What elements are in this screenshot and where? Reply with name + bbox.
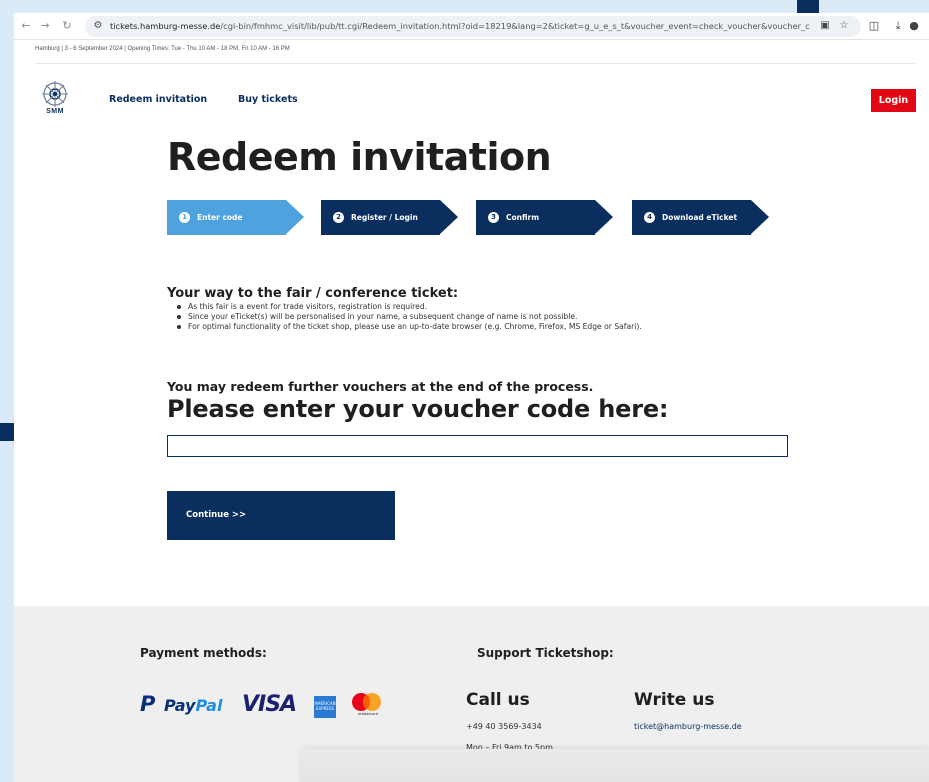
voucher-heading: Please enter your voucher code here: [167, 395, 669, 423]
profile-icon[interactable]: ● [906, 18, 922, 34]
step-number: 3 [488, 212, 499, 223]
step-arrow-icon [440, 200, 458, 234]
support-email-link[interactable]: ticket@hamburg-messe.de [634, 722, 742, 731]
call-us-heading: Call us [466, 690, 530, 710]
bookmark-star-icon[interactable]: ☆ [837, 19, 851, 33]
amex-logo: AMERICAN EXPRESS [314, 696, 336, 718]
forward-icon[interactable]: → [37, 18, 53, 34]
browser-window: ← → ↻ ⚙ tickets.hamburg-messe.de/cgi-bin… [14, 13, 929, 782]
logo-text: SMM [46, 108, 64, 115]
web-page: Hamburg | 3 - 6 September 2024 | Opening… [14, 40, 929, 782]
step-arrow-icon [286, 200, 304, 234]
url-host: tickets.hamburg-messe.de [110, 21, 221, 31]
download-icon[interactable]: ⤓ [890, 18, 906, 34]
step-number: 4 [644, 212, 655, 223]
info-heading: Your way to the fair / conference ticket… [167, 286, 459, 301]
url-path: /cgi-bin/fmhmc_visit/lib/pub/tt.cgi/Rede… [220, 21, 810, 31]
paypal-wordmark: PayPal [164, 696, 223, 715]
paypal-p-icon: P [140, 692, 156, 716]
step-arrow-icon [595, 200, 613, 234]
mastercard-logo: mastercard [350, 693, 386, 719]
page-title: Redeem invitation [167, 135, 552, 179]
event-info-bar: Hamburg | 3 - 6 September 2024 | Opening… [35, 46, 290, 52]
url-text: tickets.hamburg-messe.de/cgi-bin/fmhmc_v… [110, 20, 810, 33]
step-label: Confirm [506, 213, 540, 222]
write-us-heading: Write us [634, 690, 715, 710]
reload-icon[interactable]: ↻ [59, 18, 75, 34]
further-vouchers-note: You may redeem further vouchers at the e… [167, 379, 594, 394]
site-info-icon[interactable]: ⚙ [91, 19, 105, 33]
compass-logo-icon [42, 81, 68, 107]
translate-icon[interactable]: ▣ [818, 19, 832, 33]
info-list: As this fair is a event for trade visito… [177, 302, 642, 332]
step-confirm: 3 Confirm [476, 200, 613, 235]
step-enter-code: 1 Enter code [167, 200, 304, 235]
floating-panel-edge [300, 749, 929, 782]
mastercard-overlap [363, 695, 370, 709]
browser-toolbar: ← → ↻ ⚙ tickets.hamburg-messe.de/cgi-bin… [14, 13, 929, 40]
step-download-eticket: 4 Download eTicket [632, 200, 769, 235]
divider [35, 63, 915, 64]
desktop-window-edge [797, 0, 819, 13]
smm-logo[interactable]: SMM [37, 81, 73, 119]
step-number: 1 [179, 212, 190, 223]
list-item: For optimal functionality of the ticket … [177, 322, 642, 332]
step-number: 2 [333, 212, 344, 223]
payment-methods-heading: Payment methods: [140, 646, 267, 660]
step-label: Download eTicket [662, 213, 738, 222]
login-button[interactable]: Login [871, 89, 916, 112]
mastercard-wordmark: mastercard [358, 712, 378, 716]
step-register-login: 2 Register / Login [321, 200, 458, 235]
phone-number[interactable]: +49 40 3569-3434 [466, 722, 542, 731]
back-icon[interactable]: ← [18, 18, 34, 34]
support-heading: Support Ticketshop: [477, 646, 614, 660]
visa-logo: VISA [242, 692, 297, 717]
desktop-window-edge-left [0, 423, 14, 441]
list-item: As this fair is a event for trade visito… [177, 302, 642, 312]
nav-redeem-invitation[interactable]: Redeem invitation [109, 94, 207, 105]
extensions-icon[interactable]: ◫ [866, 18, 882, 34]
nav-buy-tickets[interactable]: Buy tickets [238, 94, 298, 105]
step-arrow-icon [751, 200, 769, 234]
step-label: Register / Login [351, 213, 418, 222]
continue-button[interactable]: Continue >> [167, 491, 395, 540]
address-bar[interactable]: ⚙ tickets.hamburg-messe.de/cgi-bin/fmhmc… [85, 16, 861, 37]
step-label: Enter code [197, 213, 243, 222]
list-item: Since your eTicket(s) will be personalis… [177, 312, 642, 322]
voucher-code-input[interactable] [167, 435, 788, 457]
